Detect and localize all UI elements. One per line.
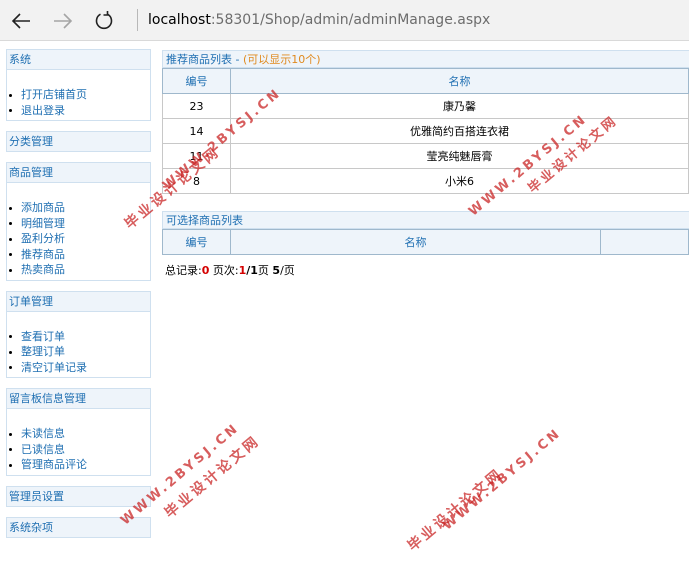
back-button[interactable] <box>8 8 34 34</box>
refresh-button[interactable] <box>91 8 117 34</box>
panel-misc: 系统杂项 <box>6 516 151 538</box>
pager: 总记录:0 页次:1/1页 5/页 <box>162 262 689 278</box>
menu-item: 推荐商品 <box>7 247 150 263</box>
menu-item: 明细管理 <box>7 216 150 232</box>
url-path: :58301/Shop/admin/adminManage.aspx <box>210 12 491 28</box>
panel-category: 分类管理 <box>6 131 151 152</box>
table-row[interactable]: 14 优雅简约百搭连衣裙 <box>162 118 689 144</box>
menu-link-view-orders[interactable]: 查看订单 <box>21 330 65 343</box>
column-header-action <box>600 229 689 255</box>
column-header-id: 编号 <box>162 68 231 94</box>
pager-per-page-suffix: /页 <box>280 264 295 277</box>
menu-link-sort-orders[interactable]: 整理订单 <box>21 345 65 358</box>
cell-id: 8 <box>162 168 231 194</box>
panel-title[interactable]: 商品管理 <box>7 163 150 183</box>
cell-id: 14 <box>162 118 231 144</box>
url-host: localhost <box>148 12 211 28</box>
panel-messages: 留言板信息管理 未读信息 已读信息 管理商品评论 <box>6 388 151 476</box>
menu-item: 热卖商品 <box>7 262 150 278</box>
table-row[interactable]: 23 康乃馨 <box>162 93 689 119</box>
watermark-text: 毕业设计论文网 <box>161 432 264 522</box>
arrow-right-icon <box>54 13 73 29</box>
cell-id: 11 <box>162 143 231 169</box>
forward-button[interactable] <box>50 8 76 34</box>
menu-link-hot[interactable]: 热卖商品 <box>21 263 65 276</box>
toolbar-divider <box>137 9 138 31</box>
menu-item: 查看订单 <box>7 329 150 345</box>
menu-item: 退出登录 <box>7 103 150 119</box>
cell-name: 优雅简约百搭连衣裙 <box>230 118 689 144</box>
watermark-text: 毕业设计论文网 <box>404 465 507 555</box>
cell-id: 23 <box>162 93 231 119</box>
menu-link-read[interactable]: 已读信息 <box>21 443 65 456</box>
panel-system: 系统 打开店铺首页 退出登录 <box>6 49 151 121</box>
watermark-text: WWW.2BYSJ.CN <box>440 425 565 534</box>
column-header-id: 编号 <box>162 229 231 255</box>
column-header-name: 名称 <box>230 68 689 94</box>
panel-title[interactable]: 分类管理 <box>7 132 150 151</box>
pager-page-suffix: 页 <box>257 264 273 277</box>
menu-link-open-shop[interactable]: 打开店铺首页 <box>21 88 87 101</box>
panel-products: 商品管理 添加商品 明细管理 盈利分析 推荐商品 热卖商品 <box>6 162 151 281</box>
menu-item: 清空订单记录 <box>7 360 150 376</box>
browser-toolbar: localhost:58301/Shop/admin/adminManage.a… <box>0 0 689 41</box>
menu-link-clear-orders[interactable]: 清空订单记录 <box>21 361 87 374</box>
menu-item: 未读信息 <box>7 426 150 442</box>
menu-item: 打开店铺首页 <box>7 87 150 103</box>
cell-name: 康乃馨 <box>230 93 689 119</box>
panel-title[interactable]: 系统杂项 <box>7 517 150 537</box>
selectable-table: 编号 名称 <box>162 229 689 255</box>
pager-per-page: 5 <box>272 264 281 277</box>
menu-link-profit[interactable]: 盈利分析 <box>21 232 65 245</box>
cell-name: 小米6 <box>230 168 689 194</box>
selectable-title: 可选择商品列表 <box>162 211 689 229</box>
menu-item: 已读信息 <box>7 442 150 458</box>
arrow-left-icon <box>11 13 30 29</box>
panel-title[interactable]: 系统 <box>7 50 150 70</box>
menu-link-comments[interactable]: 管理商品评论 <box>21 458 87 471</box>
recommended-hint: (可以显示10个) <box>242 53 321 66</box>
sidebar: 系统 打开店铺首页 退出登录 分类管理 商品管理 添加商品 明细管理 盈利分析 … <box>6 49 151 548</box>
recommended-title-text: 推荐商品列表 - <box>166 53 243 66</box>
menu-item: 管理商品评论 <box>7 457 150 473</box>
column-header-name: 名称 <box>230 229 601 255</box>
menu-link-recommend[interactable]: 推荐商品 <box>21 248 65 261</box>
recommended-table: 编号 名称 23 康乃馨 14 优雅简约百搭连衣裙 11 莹亮纯魅唇膏 8 小米… <box>162 68 689 194</box>
panel-title[interactable]: 订单管理 <box>7 291 150 312</box>
pager-total-label: 总记录: <box>165 264 202 277</box>
panel-title[interactable]: 管理员设置 <box>7 486 150 506</box>
refresh-icon <box>95 11 113 30</box>
menu-item: 添加商品 <box>7 200 150 216</box>
menu-link-add-product[interactable]: 添加商品 <box>21 201 65 214</box>
table-row[interactable]: 8 小米6 <box>162 168 689 194</box>
pager-page-label: 页次: <box>209 264 239 277</box>
menu-item: 盈利分析 <box>7 231 150 247</box>
cell-name: 莹亮纯魅唇膏 <box>230 143 689 169</box>
address-bar[interactable]: localhost:58301/Shop/admin/adminManage.a… <box>148 12 490 28</box>
panel-admin-settings: 管理员设置 <box>6 485 151 507</box>
table-row[interactable]: 11 莹亮纯魅唇膏 <box>162 143 689 169</box>
pager-page-total: 1 <box>250 264 258 277</box>
main-content: 推荐商品列表 - (可以显示10个) 编号 名称 23 康乃馨 14 优雅简约百… <box>162 50 689 278</box>
menu-link-logout[interactable]: 退出登录 <box>21 104 65 117</box>
recommended-title: 推荐商品列表 - (可以显示10个) <box>162 50 689 68</box>
panel-title[interactable]: 留言板信息管理 <box>7 389 150 409</box>
menu-item: 整理订单 <box>7 344 150 360</box>
menu-link-unread[interactable]: 未读信息 <box>21 427 65 440</box>
panel-orders: 订单管理 查看订单 整理订单 清空订单记录 <box>6 290 151 378</box>
menu-link-detail[interactable]: 明细管理 <box>21 217 65 230</box>
